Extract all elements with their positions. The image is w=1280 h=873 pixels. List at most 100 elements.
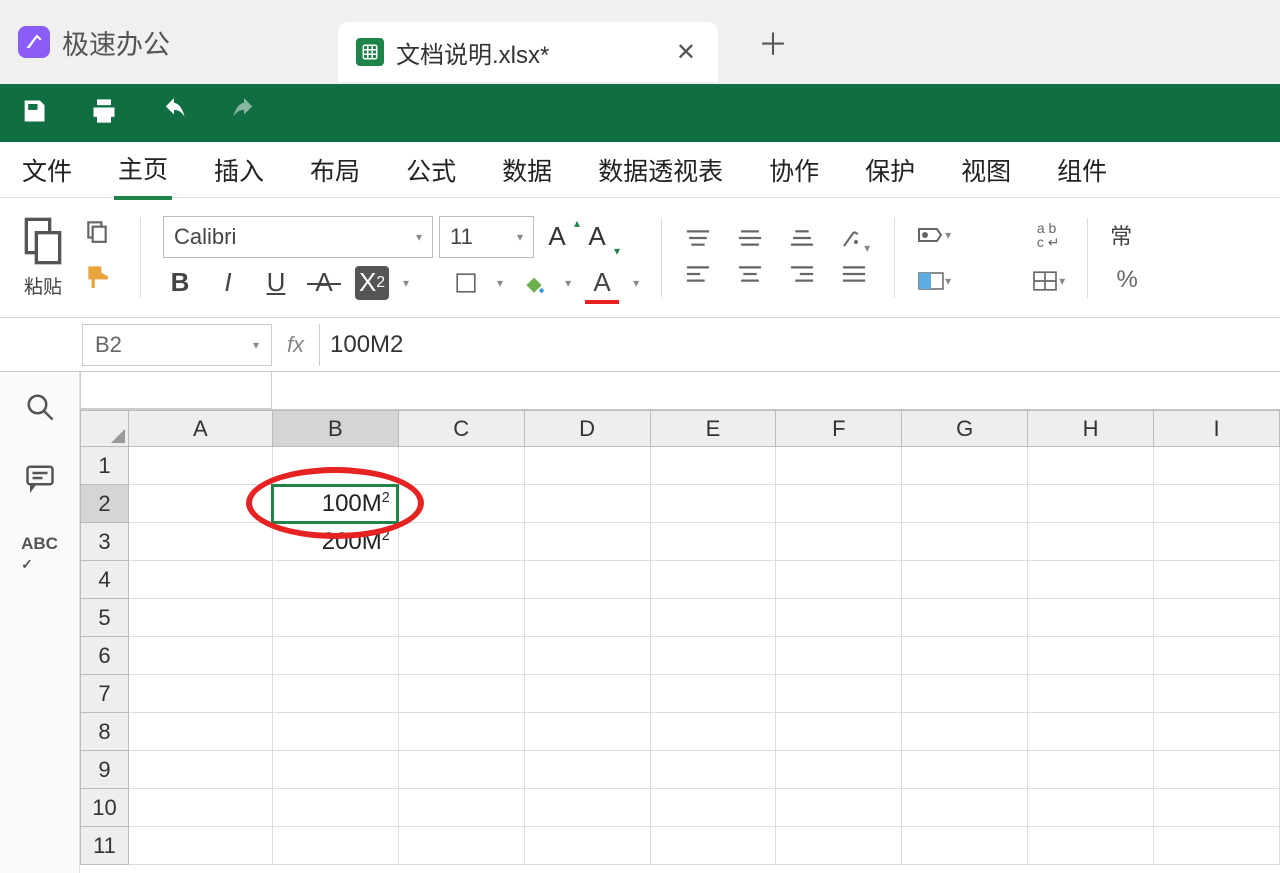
cell-H5[interactable]	[1028, 599, 1154, 637]
cell-B8[interactable]	[272, 713, 398, 751]
row-header-1[interactable]: 1	[81, 447, 129, 485]
cell-G4[interactable]	[902, 561, 1028, 599]
cell-A1[interactable]	[128, 447, 272, 485]
cell-C11[interactable]	[398, 827, 524, 865]
cell-B4[interactable]	[272, 561, 398, 599]
redo-icon[interactable]	[230, 97, 258, 130]
paste-button[interactable]: 粘贴	[20, 216, 66, 299]
cell-D11[interactable]	[524, 827, 650, 865]
cell-B2[interactable]: 100M2	[272, 485, 398, 523]
cell-I5[interactable]	[1154, 599, 1280, 637]
cell-A7[interactable]	[128, 675, 272, 713]
row-header-6[interactable]: 6	[81, 637, 129, 675]
formula-input[interactable]: 100M2	[320, 331, 1280, 359]
align-center-icon[interactable]	[736, 264, 768, 288]
row-header-4[interactable]: 4	[81, 561, 129, 599]
cell-G9[interactable]	[902, 751, 1028, 789]
fx-label[interactable]: fx	[272, 324, 320, 366]
col-header-I[interactable]: I	[1154, 411, 1280, 447]
cell-I4[interactable]	[1154, 561, 1280, 599]
cell-E7[interactable]	[650, 675, 776, 713]
spellcheck-icon[interactable]: ABC✓	[21, 534, 58, 574]
cell-D4[interactable]	[524, 561, 650, 599]
cell-A11[interactable]	[128, 827, 272, 865]
cell-D3[interactable]	[524, 523, 650, 561]
cell-E11[interactable]	[650, 827, 776, 865]
cell-F3[interactable]	[776, 523, 902, 561]
menu-item-0[interactable]: 文件	[18, 142, 76, 198]
cell-H1[interactable]	[1028, 447, 1154, 485]
row-header-7[interactable]: 7	[81, 675, 129, 713]
cell-E5[interactable]	[650, 599, 776, 637]
cell-F10[interactable]	[776, 789, 902, 827]
bold-button[interactable]: B	[163, 266, 197, 300]
menu-item-1[interactable]: 主页	[114, 140, 172, 200]
cell-I8[interactable]	[1154, 713, 1280, 751]
cell-G8[interactable]	[902, 713, 1028, 751]
format-painter-icon[interactable]	[82, 260, 112, 290]
col-header-F[interactable]: F	[776, 411, 902, 447]
cell-E10[interactable]	[650, 789, 776, 827]
underline-button[interactable]: U	[259, 266, 293, 300]
cell-C8[interactable]	[398, 713, 524, 751]
comment-icon[interactable]	[25, 463, 55, 498]
menu-item-6[interactable]: 数据透视表	[594, 142, 727, 198]
cell-B6[interactable]	[272, 637, 398, 675]
menu-item-9[interactable]: 视图	[957, 142, 1015, 198]
cell-I11[interactable]	[1154, 827, 1280, 865]
cell-D9[interactable]	[524, 751, 650, 789]
cell-A5[interactable]	[128, 599, 272, 637]
cell-I3[interactable]	[1154, 523, 1280, 561]
superscript-button[interactable]: X2	[355, 266, 389, 300]
col-header-B[interactable]: B	[272, 411, 398, 447]
row-header-8[interactable]: 8	[81, 713, 129, 751]
align-right-icon[interactable]	[788, 264, 820, 288]
cell-F11[interactable]	[776, 827, 902, 865]
cell-H3[interactable]	[1028, 523, 1154, 561]
cell-I1[interactable]	[1154, 447, 1280, 485]
cell-G2[interactable]	[902, 485, 1028, 523]
cell-D8[interactable]	[524, 713, 650, 751]
cell-B11[interactable]	[272, 827, 398, 865]
menu-item-10[interactable]: 组件	[1053, 142, 1111, 198]
cell-C7[interactable]	[398, 675, 524, 713]
cell-F6[interactable]	[776, 637, 902, 675]
row-header-10[interactable]: 10	[81, 789, 129, 827]
menu-item-5[interactable]: 数据	[498, 142, 556, 198]
chevron-down-icon[interactable]: ▾	[497, 276, 503, 290]
cell-I2[interactable]	[1154, 485, 1280, 523]
cell-C3[interactable]	[398, 523, 524, 561]
cell-A9[interactable]	[128, 751, 272, 789]
select-all-corner[interactable]	[81, 411, 129, 447]
col-header-A[interactable]: A	[128, 411, 272, 447]
cell-D1[interactable]	[524, 447, 650, 485]
search-icon[interactable]	[25, 392, 55, 427]
font-size-select[interactable]: 11 ▾	[439, 216, 534, 258]
strikethrough-button[interactable]: A	[307, 266, 341, 300]
cell-H2[interactable]	[1028, 485, 1154, 523]
save-icon[interactable]	[20, 97, 48, 130]
decrease-font-icon[interactable]: A▾	[580, 220, 614, 254]
spreadsheet-grid[interactable]: ABCDEFGHI12100M23200M24567891011	[80, 372, 1280, 873]
cell-A6[interactable]	[128, 637, 272, 675]
cell-E6[interactable]	[650, 637, 776, 675]
cell-D5[interactable]	[524, 599, 650, 637]
cell-B10[interactable]	[272, 789, 398, 827]
cell-E3[interactable]	[650, 523, 776, 561]
cell-A2[interactable]	[128, 485, 272, 523]
menu-item-3[interactable]: 布局	[306, 142, 364, 198]
cell-A3[interactable]	[128, 523, 272, 561]
align-left-icon[interactable]	[684, 264, 716, 288]
align-bottom-icon[interactable]	[788, 228, 820, 252]
undo-icon[interactable]	[160, 97, 188, 130]
document-tab[interactable]: 文档说明.xlsx* ✕	[338, 22, 718, 82]
wrap-text-icon[interactable]: a bc ↵	[1031, 218, 1065, 252]
cell-B1[interactable]	[272, 447, 398, 485]
cell-G5[interactable]	[902, 599, 1028, 637]
name-box[interactable]: B2 ▾	[82, 324, 272, 366]
menu-item-7[interactable]: 协作	[765, 142, 823, 198]
cell-C5[interactable]	[398, 599, 524, 637]
cell-I9[interactable]	[1154, 751, 1280, 789]
increase-font-icon[interactable]: A▴	[540, 220, 574, 254]
italic-button[interactable]: I	[211, 266, 245, 300]
